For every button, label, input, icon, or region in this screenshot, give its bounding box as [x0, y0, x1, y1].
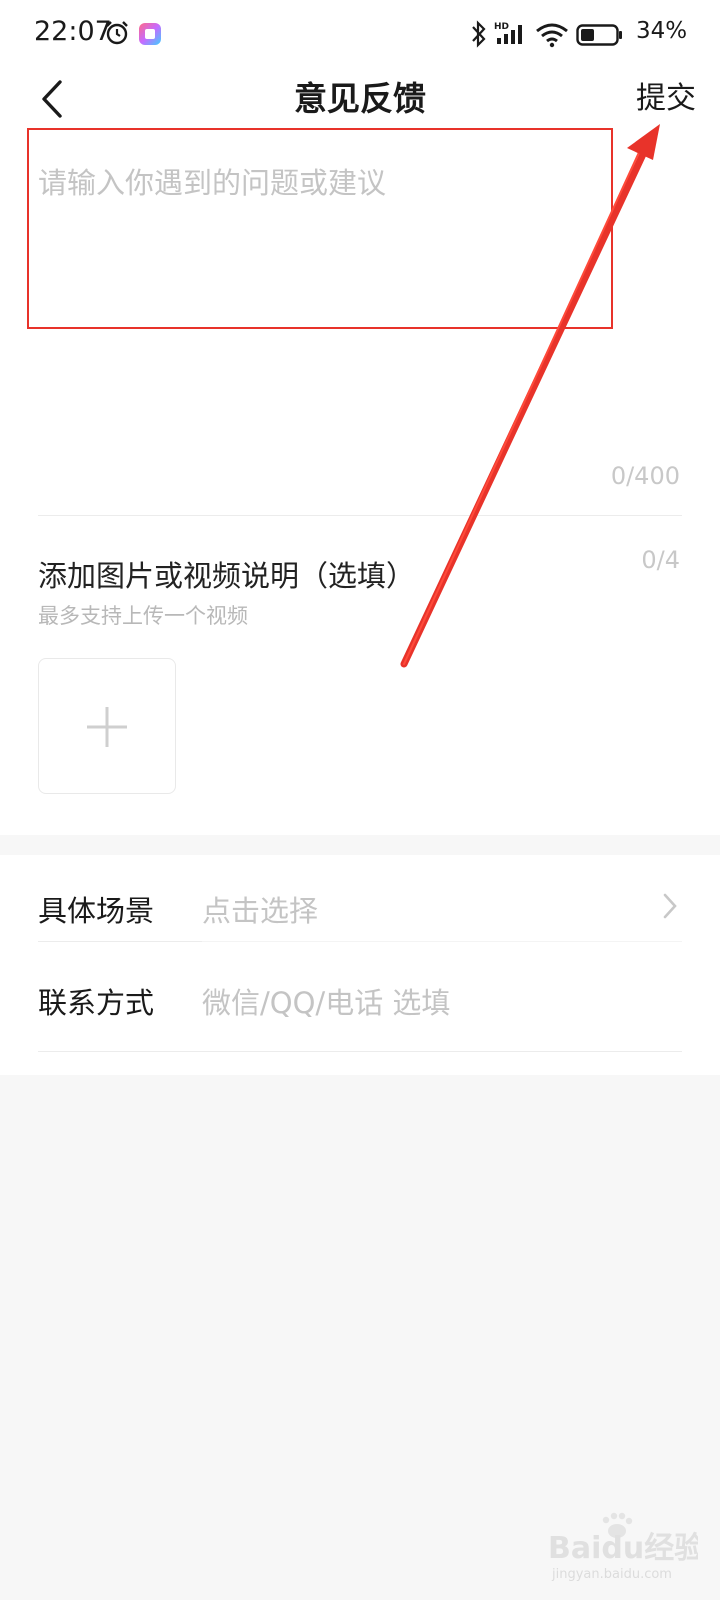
scene-value: 点击选择 [202, 894, 319, 928]
divider [202, 941, 682, 942]
divider [38, 1051, 682, 1052]
contact-label: 联系方式 [38, 986, 155, 1020]
watermark-url: jingyan.baidu.com [551, 1567, 672, 1582]
chevron-right-icon [663, 893, 677, 919]
contact-row: 联系方式 微信/QQ/电话 选填 [0, 943, 720, 1051]
baidu-jingyan-watermark: Baidu经验 jingyan.baidu.com [548, 1512, 698, 1582]
contact-input[interactable]: 微信/QQ/电话 选填 [202, 980, 450, 1022]
scene-label: 具体场景 [38, 894, 155, 928]
watermark-brand: Baidu经验 [548, 1531, 698, 1566]
annotation-arrow [400, 124, 660, 668]
divider [38, 941, 202, 942]
options-card: 具体场景 点击选择 联系方式 微信/QQ/电话 选填 [0, 855, 720, 1075]
